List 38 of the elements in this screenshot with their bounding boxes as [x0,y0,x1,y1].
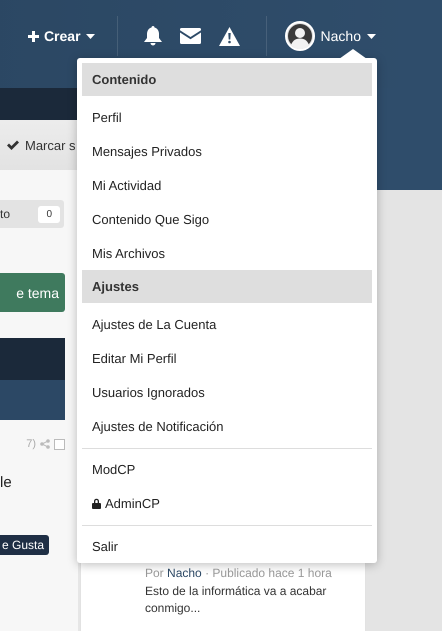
lock-icon [92,498,101,508]
menu-item[interactable]: Ajustes de La Cuenta [82,307,372,341]
post-text: le [0,474,13,491]
post-meta: 7) [26,438,36,450]
menu-item[interactable]: ModCP [82,452,372,486]
like-tag: e Gusta [0,535,50,555]
follow-button[interactable]: to 0 [0,200,64,228]
warning-icon[interactable] [218,26,240,46]
caret-icon [86,34,95,38]
menu-item[interactable]: Perfil [82,100,372,134]
menu-section-heading: Contenido [82,63,372,96]
bell-icon[interactable] [144,26,162,46]
post-meta: Por Nacho · Publicado hace 1 hora [145,565,333,582]
new-topic-button[interactable]: e tema [0,273,65,312]
author-link[interactable]: Nacho [167,566,202,580]
mark-read-link[interactable]: Marcar s [25,138,76,152]
select-checkbox[interactable] [54,438,65,450]
menu-item[interactable]: Mensajes Privados [82,134,372,168]
envelope-icon[interactable] [180,28,201,44]
menu-item[interactable]: Editar Mi Perfil [82,341,372,375]
menu-item[interactable]: AdminCP [82,486,372,520]
user-menu-button[interactable]: Nacho [284,21,376,51]
menu-item[interactable]: Mis Archivos [82,236,372,270]
menu-item[interactable]: Usuarios Ignorados [82,375,372,409]
panel-header [0,338,65,380]
post-excerpt: Esto de la informática va a acabar conmigo... [145,583,328,617]
follow-count: 0 [38,206,60,222]
menu-item[interactable]: Salir [82,529,372,563]
menu-item[interactable]: Mi Actividad [82,168,372,202]
caret-icon [367,34,376,38]
menu-section-heading: Ajustes [82,270,372,303]
plus-icon [28,30,39,42]
menu-item[interactable]: Contenido Que Sigo [82,202,372,236]
create-button[interactable]: Crear [24,28,99,44]
menu-item[interactable]: Ajustes de Notificación [82,409,372,443]
panel-subheader [0,380,65,420]
avatar-icon [284,21,315,51]
check-icon [7,140,19,150]
